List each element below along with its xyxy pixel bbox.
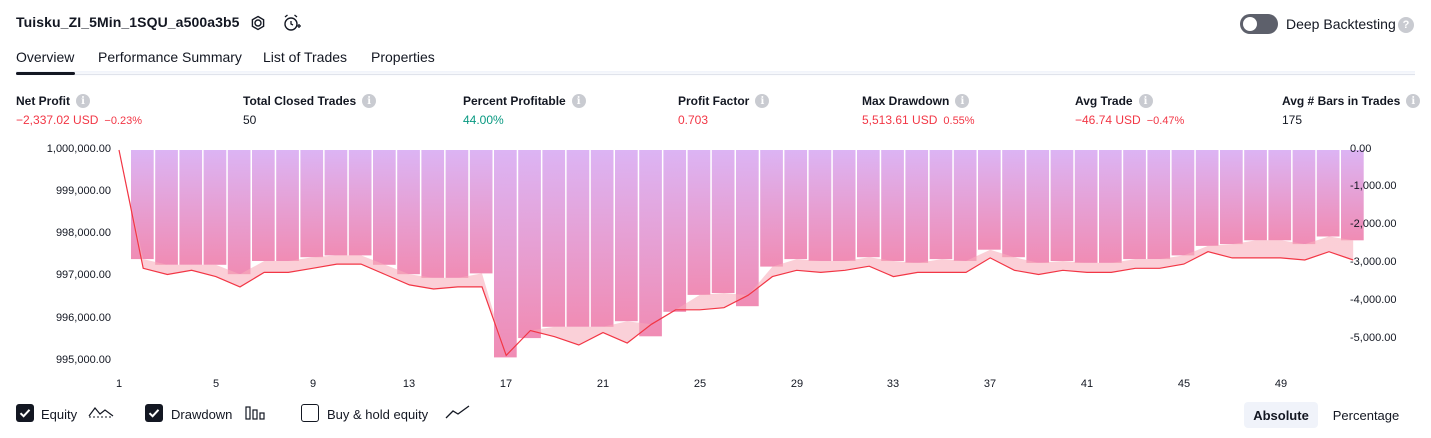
drawdown-bar: [1074, 150, 1098, 263]
right-axis-tick: -2,000.00: [1350, 218, 1397, 230]
right-axis-tick: -3,000.00: [1350, 256, 1397, 268]
x-axis-tick: 33: [886, 378, 900, 390]
drawdown-bar: [1316, 150, 1340, 237]
drawdown-bar: [1171, 150, 1195, 256]
drawdown-bar: [808, 150, 832, 261]
drawdown-bar: [615, 150, 638, 322]
drawdown-bar: [711, 150, 735, 293]
drawdown-bar: [857, 150, 880, 258]
drawdown-bar: [1123, 150, 1146, 260]
drawdown-bar: [1220, 150, 1243, 245]
drawdown-checkbox[interactable]: [145, 404, 163, 422]
drawdown-bar: [1292, 150, 1316, 245]
right-axis-tick: 0.00: [1350, 143, 1372, 155]
drawdown-bar: [736, 150, 759, 307]
drawdown-bar: [1268, 150, 1292, 241]
drawdown-bar: [421, 150, 445, 278]
x-axis-tick: 17: [499, 378, 513, 390]
drawdown-bar: [1195, 150, 1219, 246]
left-axis-tick: 997,000.00: [55, 269, 111, 281]
buy-hold-line-icon: [445, 404, 471, 425]
drawdown-bar: [252, 150, 275, 261]
x-axis-tick: 45: [1177, 378, 1191, 390]
buy-hold-checkbox[interactable]: [301, 404, 319, 422]
drawdown-bar: [445, 150, 469, 278]
drawdown-bar: [929, 150, 953, 260]
drawdown-bar: [348, 150, 372, 256]
drawdown-bar: [978, 150, 1001, 250]
drawdown-bar: [1026, 150, 1050, 263]
left-axis-tick: 999,000.00: [55, 185, 111, 197]
drawdown-bar: [832, 150, 856, 261]
left-axis-tick: 996,000.00: [55, 312, 111, 324]
percentage-button[interactable]: Percentage: [1324, 402, 1408, 428]
drawdown-bar: [373, 150, 396, 265]
x-axis-tick: 21: [596, 378, 610, 390]
x-axis-tick: 25: [693, 378, 707, 390]
drawdown-bar: [784, 150, 808, 260]
x-axis-tick: 13: [402, 378, 416, 390]
x-axis-tick: 5: [212, 378, 220, 390]
drawdown-bar: [953, 150, 977, 261]
drawdown-bar: [1002, 150, 1025, 258]
equity-line-icon: [88, 404, 114, 425]
drawdown-bar: [276, 150, 299, 261]
drawdown-bar: [566, 150, 590, 327]
drawdown-bar: [1099, 150, 1122, 263]
drawdown-bar: [227, 150, 251, 275]
drawdown-bar: [760, 150, 783, 267]
right-axis-tick: -1,000.00: [1350, 180, 1397, 192]
left-axis-tick: 1,000,000.00: [46, 143, 111, 155]
buy-hold-label[interactable]: Buy & hold equity: [327, 407, 428, 422]
drawdown-bar: [203, 150, 227, 265]
drawdown-bar: [179, 150, 203, 265]
drawdown-bar: [590, 150, 614, 327]
x-axis-tick: 37: [983, 378, 997, 390]
equity-label[interactable]: Equity: [41, 407, 77, 422]
x-axis-tick: 49: [1274, 378, 1288, 390]
drawdown-bar: [1147, 150, 1171, 260]
drawdown-bar: [905, 150, 929, 263]
drawdown-bar: [324, 150, 348, 256]
drawdown-bar: [300, 150, 324, 258]
drawdown-bar: [155, 150, 178, 265]
absolute-button[interactable]: Absolute: [1244, 402, 1318, 428]
equity-checkbox[interactable]: [16, 404, 34, 422]
left-axis-tick: 998,000.00: [55, 227, 111, 239]
drawdown-bar: [1050, 150, 1074, 261]
x-axis-tick: 9: [309, 378, 317, 390]
equity-drawdown-chart[interactable]: [0, 0, 1431, 438]
drawdown-bar: [881, 150, 904, 261]
drawdown-bar: [687, 150, 711, 295]
drawdown-bars-icon: [245, 405, 267, 426]
right-axis-tick: -4,000.00: [1350, 294, 1397, 306]
right-axis-tick: -5,000.00: [1350, 332, 1397, 344]
drawdown-bar: [639, 150, 662, 337]
drawdown-bar: [469, 150, 493, 274]
drawdown-bar: [518, 150, 541, 339]
x-axis-tick: 29: [790, 378, 804, 390]
drawdown-label[interactable]: Drawdown: [171, 407, 232, 422]
drawdown-bars: [131, 150, 1364, 358]
x-axis-tick: 1: [115, 378, 123, 390]
left-axis-tick: 995,000.00: [55, 354, 111, 366]
drawdown-bar: [542, 150, 566, 327]
drawdown-bar: [1244, 150, 1267, 241]
drawdown-bar: [397, 150, 420, 275]
x-axis-tick: 41: [1080, 378, 1094, 390]
drawdown-bar: [131, 150, 154, 260]
drawdown-bar: [663, 150, 687, 312]
